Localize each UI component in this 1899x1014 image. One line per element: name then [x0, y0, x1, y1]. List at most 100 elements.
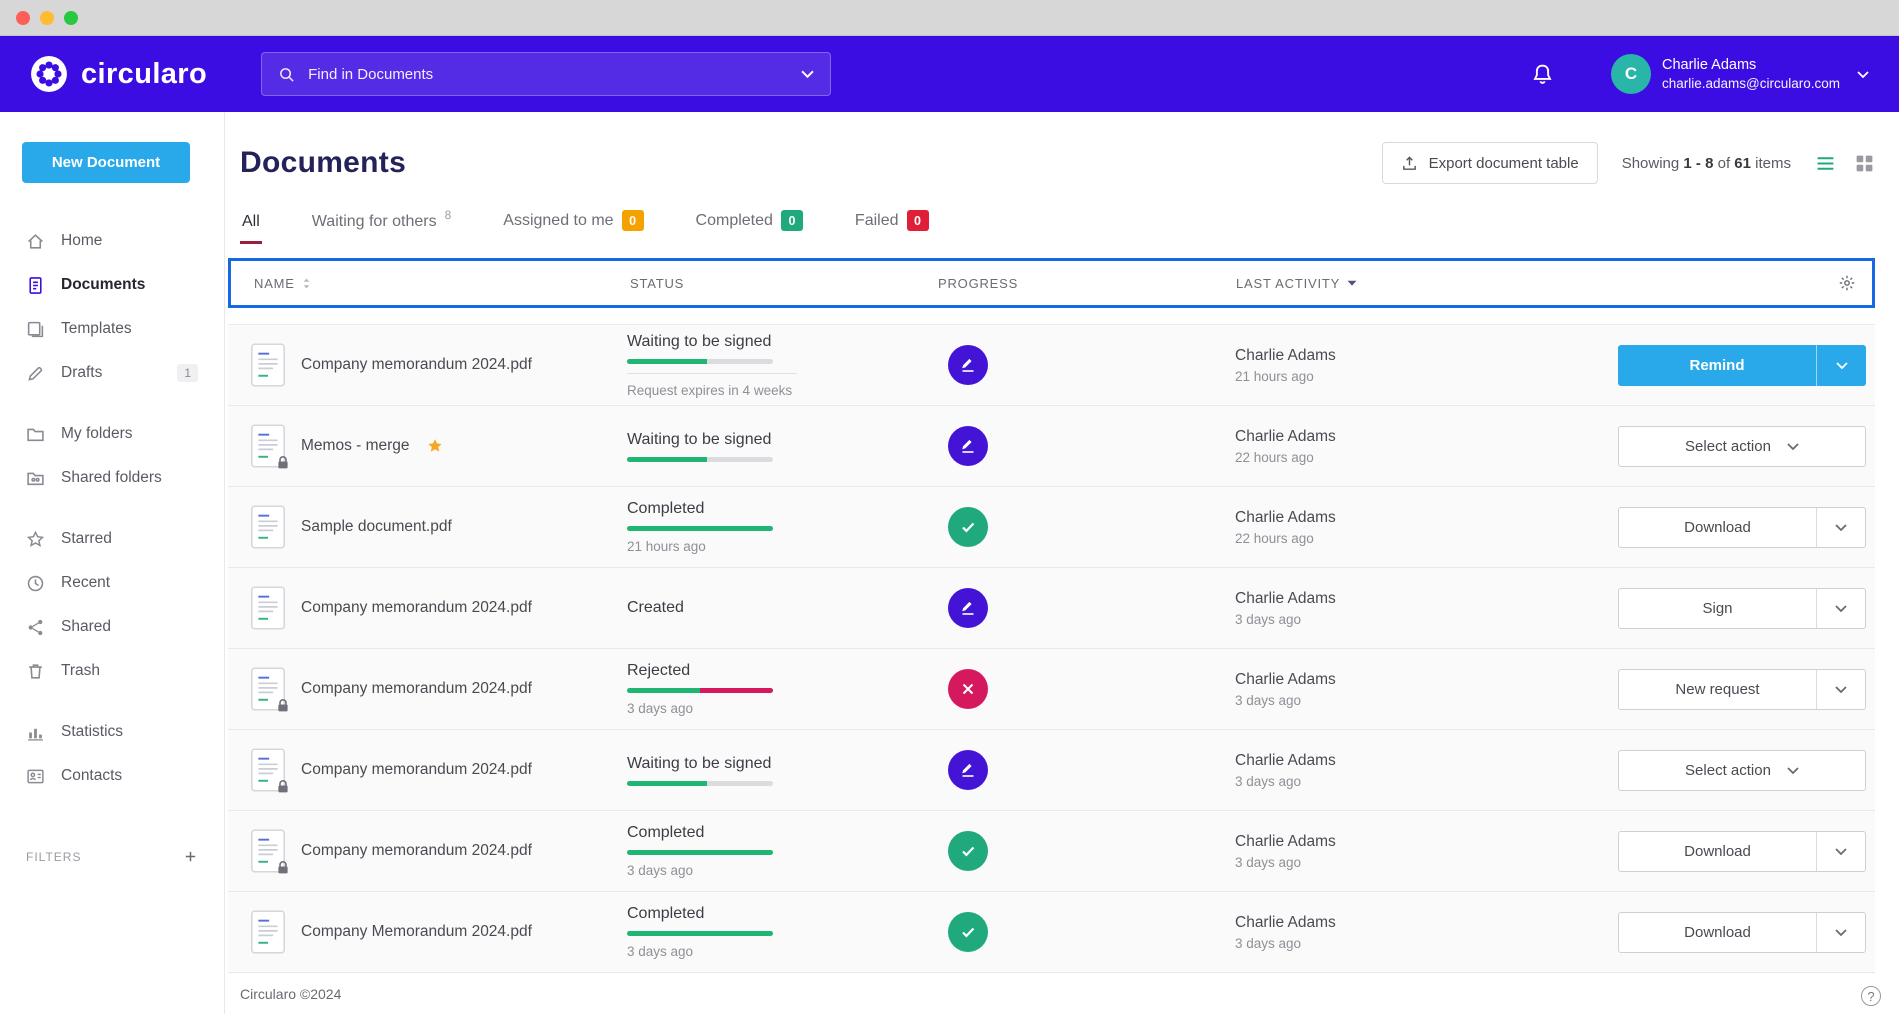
sidebar: New Document Home DocumentsTemplatesDraft… — [0, 112, 225, 1014]
row-action-menu-button[interactable] — [1816, 832, 1865, 871]
sidebar-item-drafts[interactable]: Drafts1 — [0, 351, 224, 395]
document-name[interactable]: Company memorandum 2024.pdf — [301, 842, 532, 860]
row-action-button[interactable]: New request — [1619, 670, 1816, 709]
table-settings-gear-icon[interactable] — [1838, 274, 1856, 292]
document-name[interactable]: Sample document.pdf — [301, 518, 452, 536]
sidebar-item-contacts[interactable]: Contacts — [0, 754, 224, 798]
document-name[interactable]: Company memorandum 2024.pdf — [301, 761, 532, 779]
progress-bar — [627, 850, 773, 855]
main-content: Documents Export document table Showing … — [225, 112, 1899, 1014]
table-row[interactable]: Company memorandum 2024.pdf Created Char… — [228, 568, 1875, 649]
table-row[interactable]: Memos - merge Waiting to be signed Charl… — [228, 406, 1875, 487]
sidebar-item-shared[interactable]: Shared — [0, 605, 224, 649]
document-name[interactable]: Company Memorandum 2024.pdf — [301, 923, 532, 941]
help-button[interactable]: ? — [1861, 986, 1881, 1006]
progress-status-icon — [948, 345, 988, 385]
sidebar-item-recent[interactable]: Recent — [0, 561, 224, 605]
status-caption: 3 days ago — [627, 701, 933, 716]
window-minimize-button[interactable] — [40, 11, 54, 25]
row-action-cell: Download — [1618, 831, 1875, 872]
activity-time: 3 days ago — [1235, 612, 1618, 627]
window-zoom-button[interactable] — [64, 11, 78, 25]
document-name[interactable]: Company memorandum 2024.pdf — [301, 680, 532, 698]
folder-icon — [26, 425, 45, 444]
row-action-button[interactable]: Sign — [1619, 589, 1816, 628]
row-action-button[interactable]: Select action — [1618, 750, 1866, 791]
column-header-status[interactable]: STATUS — [622, 276, 936, 291]
new-document-button[interactable]: New Document — [22, 142, 190, 183]
tab-waiting-for-others[interactable]: Waiting for others8 — [310, 213, 453, 244]
table-row[interactable]: Sample document.pdf Completed 21 hours a… — [228, 487, 1875, 568]
split-action-button: Download — [1618, 912, 1866, 953]
table-row[interactable]: Company memorandum 2024.pdf Waiting to b… — [228, 325, 1875, 406]
add-filter-button[interactable] — [183, 849, 198, 864]
tab-assigned-to-me[interactable]: Assigned to me0 — [501, 210, 645, 244]
progress-bar — [627, 781, 773, 786]
row-action-button[interactable]: Select action — [1618, 426, 1866, 467]
row-action-menu-button[interactable] — [1816, 589, 1865, 628]
column-header-last-activity[interactable]: LAST ACTIVITY — [1236, 276, 1621, 291]
sidebar-item-trash[interactable]: Trash — [0, 649, 224, 693]
activity-user: Charlie Adams — [1235, 347, 1618, 365]
status-title: Created — [627, 599, 933, 617]
document-icon — [26, 276, 45, 295]
document-search[interactable] — [261, 52, 831, 96]
row-action-button[interactable]: Download — [1619, 832, 1816, 871]
status-title: Completed — [627, 905, 933, 923]
templates-icon — [26, 320, 45, 339]
user-menu[interactable]: C Charlie Adams charlie.adams@circularo.… — [1611, 54, 1869, 94]
row-action-cell: New request — [1618, 669, 1875, 710]
sidebar-item-label: Shared folders — [61, 469, 162, 487]
sidebar-item-home[interactable]: Home — [0, 219, 224, 263]
activity-user: Charlie Adams — [1235, 590, 1618, 608]
row-action-menu-button[interactable] — [1816, 345, 1866, 386]
search-input[interactable] — [308, 66, 791, 83]
app-header: circularo C Charlie Adams charlie.adams@… — [0, 36, 1899, 112]
list-view-icon[interactable] — [1815, 153, 1836, 174]
grid-view-icon[interactable] — [1854, 153, 1875, 174]
tab-all[interactable]: All — [240, 213, 262, 244]
export-document-table-button[interactable]: Export document table — [1382, 142, 1598, 184]
document-name[interactable]: Memos - merge — [301, 437, 410, 455]
sidebar-item-statistics[interactable]: Statistics — [0, 710, 224, 754]
row-action-button[interactable]: Remind — [1618, 345, 1816, 386]
document-name[interactable]: Company memorandum 2024.pdf — [301, 356, 532, 374]
sidebar-item-documents[interactable]: Documents — [0, 263, 224, 307]
row-action-menu-button[interactable] — [1816, 913, 1865, 952]
split-action-button: Remind — [1618, 345, 1866, 386]
tab-failed[interactable]: Failed0 — [853, 210, 931, 244]
notifications-bell-icon[interactable] — [1530, 62, 1555, 87]
sidebar-item-label: Home — [61, 232, 102, 250]
row-action-cell: Remind — [1618, 345, 1875, 386]
sidebar-item-shared-folders[interactable]: Shared folders — [0, 456, 224, 500]
document-file-icon — [251, 505, 285, 549]
status-title: Completed — [627, 824, 933, 842]
split-action-button: Download — [1618, 831, 1866, 872]
document-tabs: All Waiting for others8 Assigned to me0 Com… — [240, 210, 1875, 244]
sidebar-item-templates[interactable]: Templates — [0, 307, 224, 351]
pdf-page-icon — [251, 910, 285, 954]
progress-bar — [627, 526, 773, 531]
table-row[interactable]: Company memorandum 2024.pdf Rejected 3 d… — [228, 649, 1875, 730]
document-name[interactable]: Company memorandum 2024.pdf — [301, 599, 532, 617]
table-row[interactable]: Company memorandum 2024.pdf Waiting to b… — [228, 730, 1875, 811]
window-close-button[interactable] — [16, 11, 30, 25]
sidebar-item-label: My folders — [61, 425, 133, 443]
tab-completed[interactable]: Completed0 — [694, 210, 805, 244]
table-row[interactable]: Company memorandum 2024.pdf Completed 3 … — [228, 811, 1875, 892]
row-action-button[interactable]: Download — [1619, 508, 1816, 547]
sidebar-item-starred[interactable]: Starred — [0, 517, 224, 561]
row-action-menu-button[interactable] — [1816, 508, 1865, 547]
column-header-name[interactable]: NAME — [231, 276, 622, 291]
status-title: Completed — [627, 500, 933, 518]
tab-count-badge: 0 — [907, 210, 929, 231]
table-row[interactable]: Company Memorandum 2024.pdf Completed 3 … — [228, 892, 1875, 973]
sidebar-item-my-folders[interactable]: My folders — [0, 412, 224, 456]
row-action-button[interactable]: Download — [1619, 913, 1816, 952]
progress-status-icon — [948, 912, 988, 952]
column-header-progress[interactable]: PROGRESS — [936, 276, 1236, 291]
chevron-down-icon — [1835, 524, 1847, 531]
search-scope-caret-icon[interactable] — [801, 70, 814, 78]
brand[interactable]: circularo — [30, 55, 207, 93]
row-action-menu-button[interactable] — [1816, 670, 1865, 709]
